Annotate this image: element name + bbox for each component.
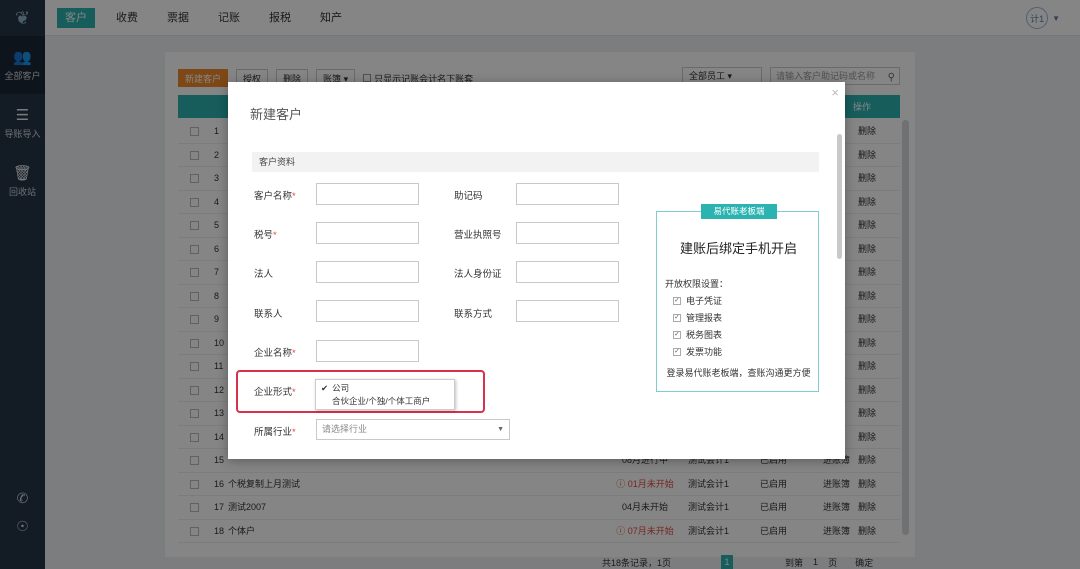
company-form-option-company[interactable]: ✔ 公司 [321,382,449,395]
section-customer-info: 客户资料 [252,152,819,172]
promo-headline: 建账后绑定手机开启 [679,241,797,256]
industry-label: 所属行业* [254,427,296,438]
legal-person-label: 法人 [254,269,274,280]
industry-placeholder: 请选择行业 [322,424,368,434]
contact-info-input[interactable] [516,300,619,322]
checkbox-icon: ✓ [673,330,681,339]
customer-name-input[interactable] [316,183,419,205]
dialog-scrollbar[interactable] [837,134,842,259]
mnemonic-input[interactable] [516,183,619,205]
company-form-dropdown[interactable]: ✔ 公司 合伙企业/个独/个体工商户 [315,379,455,410]
mnemonic-label: 助记码 [454,191,483,202]
legal-id-input[interactable] [516,261,619,283]
boss-app-promo-card: 易代账老板端 建账后绑定手机开启 开放权限设置： ✓ 电子凭证 ✓ 管理报表 ✓ 税务… [656,204,819,392]
company-name-label: 企业名称* [254,348,296,359]
chevron-down-icon: ▼ [497,426,504,433]
dialog-title: 新建客户 [250,107,303,122]
permission-item: ✓ 税务图表 [673,330,723,340]
company-name-input[interactable] [316,340,419,362]
contact-info-label: 联系方式 [454,309,493,320]
contact-input[interactable] [316,300,419,322]
legal-person-input[interactable] [316,261,419,283]
company-form-label: 企业形式* [254,387,296,398]
checkbox-icon: ✓ [673,347,681,356]
new-customer-dialog: 新建客户 × 客户资料 客户名称* 助记码 税号* 营业执照号 法人 法人身份证… [228,82,845,459]
permission-item: ✓ 发票功能 [673,347,723,357]
checkbox-icon: ✓ [673,313,681,322]
promo-tag: 易代账老板端 [701,204,777,219]
permission-item: ✓ 管理报表 [673,313,723,323]
checkbox-icon: ✓ [673,296,681,305]
legal-id-label: 法人身份证 [454,269,502,280]
promo-subtitle: 开放权限设置： [665,279,729,289]
industry-select[interactable]: 请选择行业 ▼ [316,419,510,440]
company-form-option-partnership[interactable]: 合伙企业/个独/个体工商户 [321,395,449,408]
permission-item: ✓ 电子凭证 [673,296,723,306]
check-icon: ✔ [321,383,329,393]
license-no-label: 营业执照号 [454,230,502,241]
contact-label: 联系人 [254,309,283,320]
tax-no-input[interactable] [316,222,419,244]
promo-footer: 登录易代账老板端，查账沟通更方便 [666,368,811,378]
customer-name-label: 客户名称* [254,191,296,202]
close-icon[interactable]: × [831,85,839,100]
tax-no-label: 税号* [254,230,277,241]
license-no-input[interactable] [516,222,619,244]
